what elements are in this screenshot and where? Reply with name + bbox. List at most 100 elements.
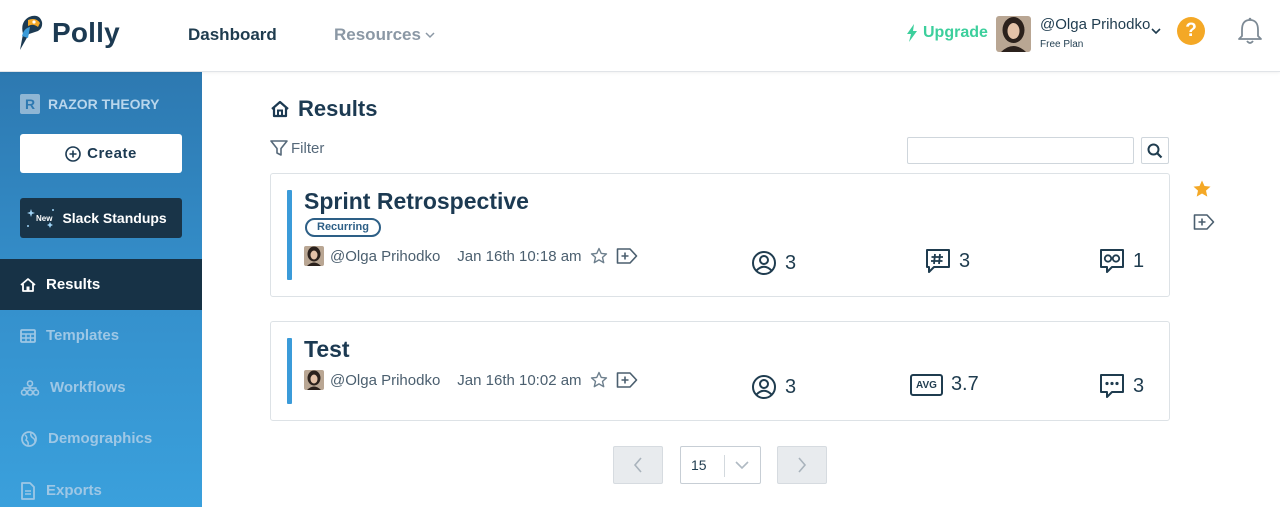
chevron-right-icon (798, 457, 807, 473)
slack-label: Slack Standups (62, 210, 167, 226)
sidebar-item-workflows[interactable]: Workflows (0, 362, 202, 413)
sidebar-item-label: Exports (46, 482, 102, 499)
sidebar-item-exports[interactable]: Exports (0, 465, 202, 516)
card-accent-bar (287, 190, 292, 280)
recurring-stat: 1 (1099, 248, 1144, 274)
filter-icon (270, 140, 288, 156)
brand-name: Polly (52, 17, 120, 48)
questions-stat: 3 (925, 248, 970, 274)
sidebar-item-results[interactable]: Results (0, 259, 202, 310)
comments-stat: 3 (1099, 373, 1144, 399)
tag-plus-icon (1193, 214, 1215, 230)
new-label: New (36, 213, 53, 223)
nav-resources-label: Resources (334, 25, 421, 44)
home-icon (271, 100, 289, 118)
star-button[interactable] (590, 371, 608, 389)
sidebar-item-demographics[interactable]: Demographics (0, 413, 202, 464)
chevron-down-icon (425, 31, 435, 38)
polly-logo[interactable]: Polly (14, 14, 120, 52)
home-icon (20, 277, 36, 292)
tag-plus-icon (616, 372, 637, 388)
avatar (304, 246, 324, 266)
user-plan: Free Plan (1040, 39, 1084, 50)
lightning-icon (907, 24, 917, 42)
avatar[interactable] (996, 16, 1031, 52)
avg-badge: AVG (910, 373, 943, 396)
globe-icon (21, 430, 37, 447)
previous-page-button[interactable] (613, 446, 663, 484)
card-title[interactable]: Sprint Retrospective (304, 188, 529, 215)
page-title-text: Results (298, 96, 378, 121)
search-button[interactable] (1141, 137, 1169, 164)
search-icon (1147, 143, 1163, 158)
filter-label: Filter (291, 139, 325, 157)
user-photo (996, 16, 1031, 52)
card-meta: @Olga Prihodko Jan 16th 10:18 am (304, 246, 638, 266)
author-name: @Olga Prihodko (330, 247, 441, 265)
sidebar-item-templates[interactable]: Templates (0, 310, 202, 361)
notifications-button[interactable] (1237, 17, 1263, 45)
parrot-logo-icon (20, 15, 43, 51)
created-date: Jan 16th 10:18 am (457, 247, 582, 265)
user-circle-icon (752, 251, 776, 275)
star-outline-icon (590, 247, 607, 264)
next-page-button[interactable] (777, 446, 827, 484)
filter-button[interactable]: Filter (270, 139, 324, 157)
star-filled-icon (1193, 180, 1211, 197)
created-date: Jan 16th 10:02 am (457, 371, 582, 389)
org-switcher[interactable]: R RAZOR THEORY (20, 94, 159, 114)
create-label: Create (87, 145, 137, 162)
page-size-select[interactable]: 15 (680, 446, 761, 484)
stat-value: 3 (1133, 374, 1145, 397)
infinity-comment-icon (1100, 249, 1124, 273)
help-button[interactable]: ? (1177, 17, 1205, 45)
hash-comment-icon (926, 249, 950, 273)
chevron-left-icon (633, 457, 642, 473)
user-photo (304, 246, 324, 266)
nav-dashboard[interactable]: Dashboard (188, 25, 277, 45)
add-tag-button[interactable] (616, 247, 638, 265)
result-card[interactable]: Test @Olga Prihodko Jan 16th 10:02 am 3 … (270, 321, 1170, 421)
comment-icon (1100, 374, 1124, 398)
table-icon (20, 328, 36, 343)
result-card[interactable]: Sprint Retrospective Recurring @Olga Pri… (270, 173, 1170, 297)
sidebar-item-label: Workflows (50, 379, 126, 396)
sidebar-item-label: Templates (46, 327, 120, 344)
page-size-value: 15 (691, 457, 707, 473)
tag-filter-button[interactable] (1193, 213, 1215, 231)
new-sparkle-tag: New (27, 208, 54, 228)
add-tag-button[interactable] (616, 371, 638, 389)
card-meta: @Olga Prihodko Jan 16th 10:02 am (304, 370, 638, 390)
sidebar: R RAZOR THEORY Create New Slack Standups… (0, 72, 202, 507)
stat-value: 3 (959, 249, 971, 272)
user-name[interactable]: @Olga Prihodko (1040, 16, 1150, 33)
file-icon (21, 481, 35, 500)
org-name: RAZOR THEORY (48, 96, 160, 112)
star-button[interactable] (590, 247, 608, 265)
favorites-button[interactable] (1192, 179, 1212, 199)
select-divider (724, 455, 725, 477)
upgrade-button[interactable]: Upgrade (906, 24, 988, 42)
sidebar-item-label: Demographics (48, 430, 153, 447)
page-title: Results (270, 96, 377, 122)
user-menu-chevron[interactable] (1151, 28, 1161, 35)
search-input[interactable] (907, 137, 1134, 164)
chevron-down-icon (735, 461, 749, 470)
participants-stat: 3 (751, 250, 796, 276)
chevron-down-icon (1151, 28, 1161, 35)
card-accent-bar (287, 338, 292, 404)
bell-icon (1238, 17, 1262, 44)
sidebar-item-label: Results (46, 276, 101, 293)
card-title[interactable]: Test (304, 336, 350, 363)
top-bar: Polly Dashboard Resources Upgrade @Olga … (0, 0, 1280, 72)
nav-resources[interactable]: Resources (334, 25, 435, 45)
upgrade-label: Upgrade (923, 24, 988, 41)
create-button[interactable]: Create (20, 134, 182, 173)
user-circle-icon (752, 375, 776, 399)
slack-standups-button[interactable]: New Slack Standups (20, 198, 182, 238)
user-photo (304, 370, 324, 390)
average-stat: AVG 3.7 (910, 373, 979, 396)
avatar (304, 370, 324, 390)
stat-value: 3 (785, 375, 797, 398)
stat-value: 3.7 (950, 373, 979, 395)
